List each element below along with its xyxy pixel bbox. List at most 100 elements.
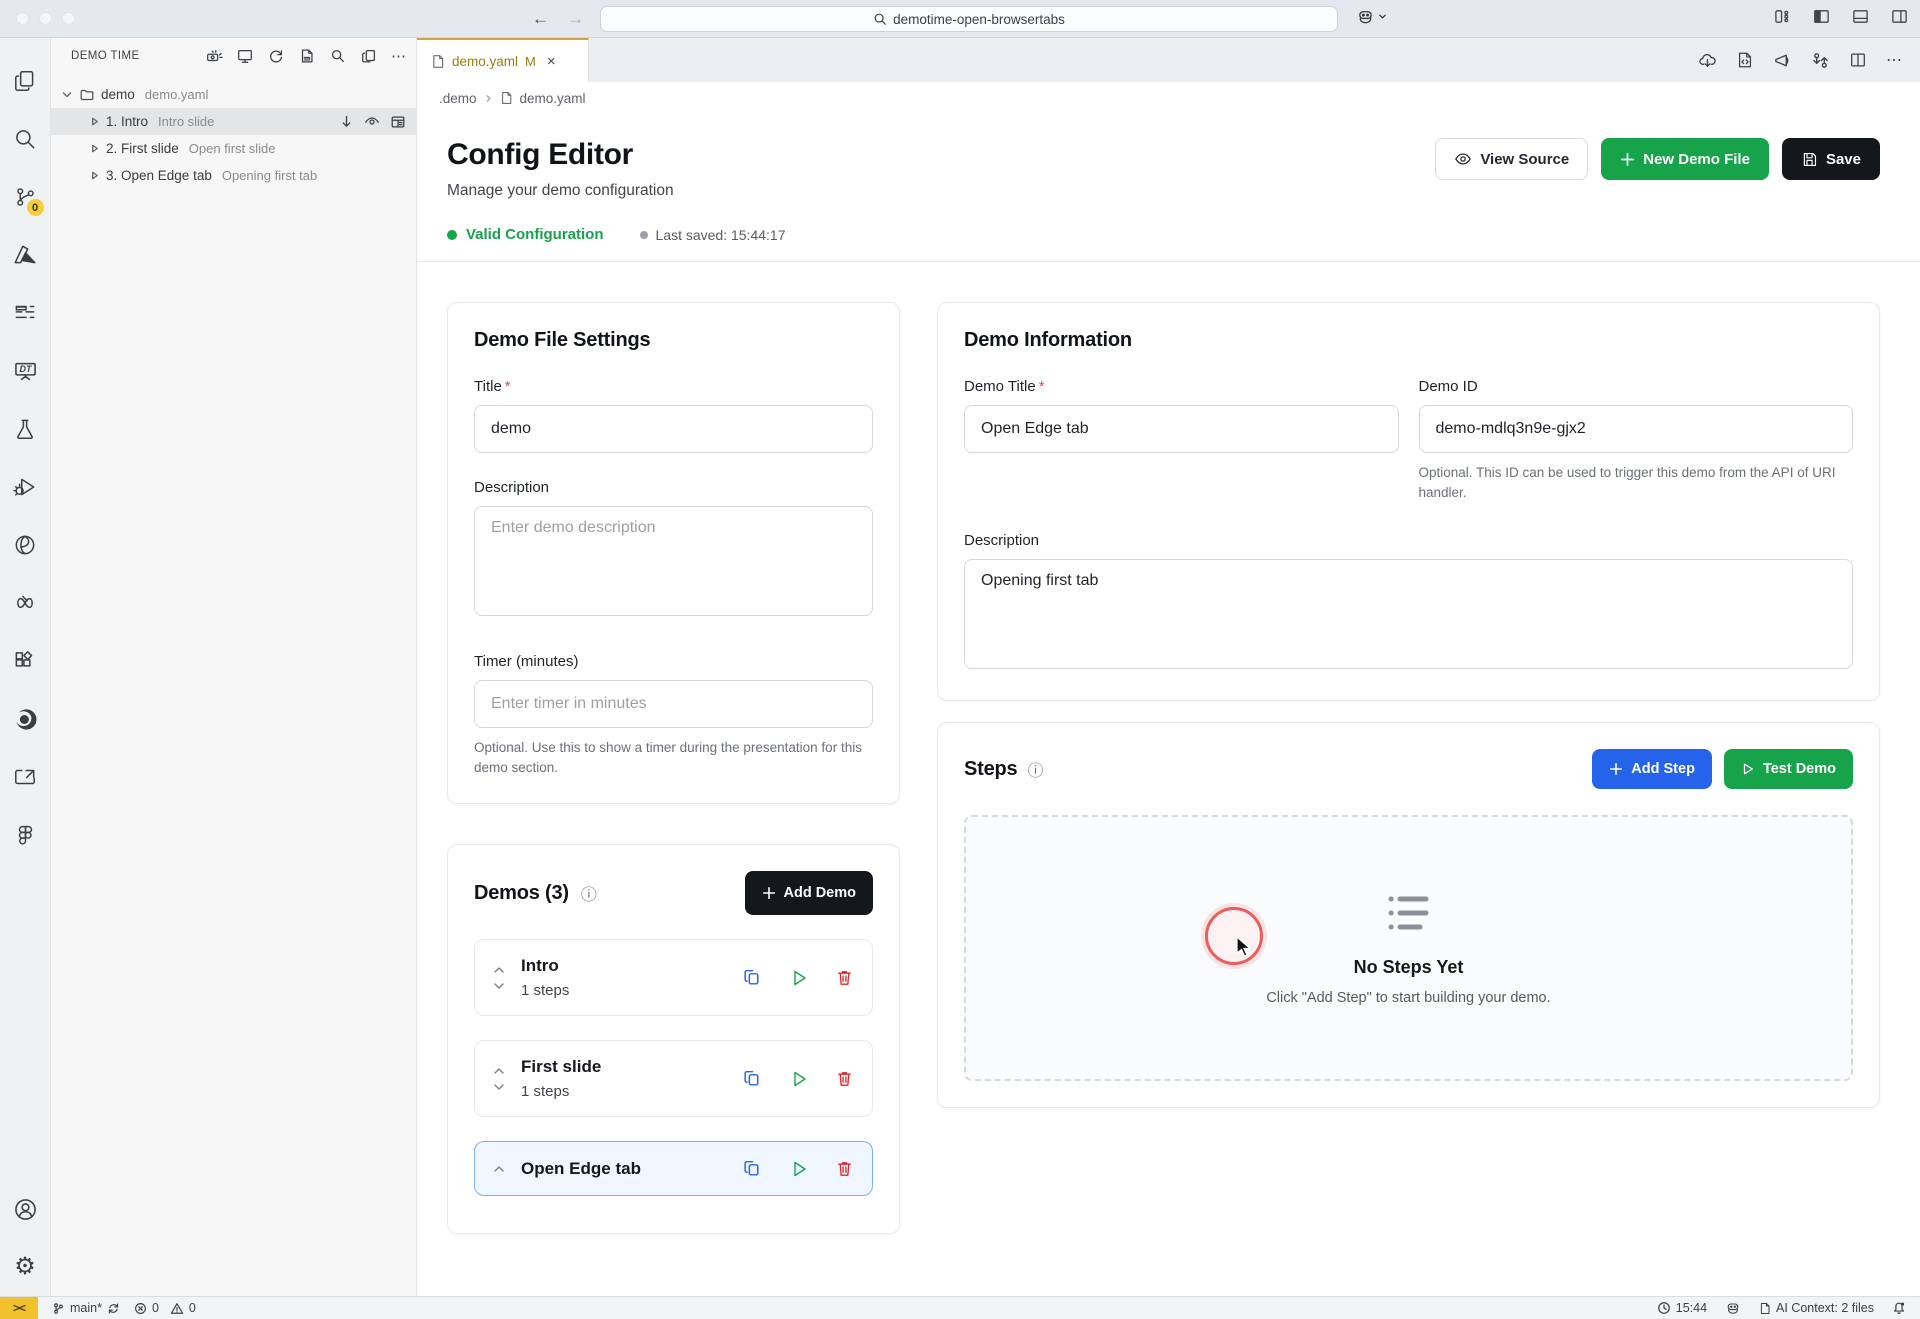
duplicate-demo-icon[interactable] (742, 1158, 763, 1179)
save-button[interactable]: Save (1782, 138, 1880, 180)
run-demo-icon[interactable] (789, 1159, 809, 1179)
explorer-icon[interactable] (0, 52, 51, 110)
testing-flask-icon[interactable] (0, 400, 51, 458)
source-control-icon[interactable]: 0 (0, 168, 51, 226)
dark-swirl-extension-icon[interactable] (0, 690, 51, 748)
extensions-icon[interactable] (0, 632, 51, 690)
demo-description-textarea[interactable]: Opening first tab (964, 559, 1853, 669)
move-down-icon[interactable] (493, 1083, 505, 1091)
presentation-screen-icon[interactable] (236, 47, 254, 65)
split-editor-icon[interactable] (1849, 51, 1867, 69)
tree-item-label: 3. Open Edge tab (106, 168, 212, 183)
delete-demo-icon[interactable] (835, 1069, 854, 1088)
add-step-button[interactable]: Add Step (1592, 749, 1712, 789)
steps-info-icon[interactable]: ⓘ (1027, 757, 1043, 781)
copilot-status-icon[interactable] (1725, 1300, 1741, 1316)
move-down-icon[interactable] (339, 114, 354, 129)
loop-extension-icon[interactable] (0, 574, 51, 632)
new-demo-file-button[interactable]: New Demo File (1601, 138, 1769, 180)
refresh-icon[interactable] (267, 47, 285, 65)
clock-icon (1657, 1301, 1671, 1315)
run-demo-icon[interactable] (789, 1069, 809, 1089)
run-demo-icon[interactable] (789, 968, 809, 988)
compare-changes-icon[interactable] (1811, 51, 1830, 70)
window-controls[interactable] (16, 12, 75, 25)
more-actions-icon[interactable]: ⋯ (391, 47, 406, 65)
history-back-icon[interactable]: ← (532, 9, 549, 29)
test-demo-button[interactable]: Test Demo (1724, 749, 1853, 789)
command-center-search[interactable]: demotime-open-browsertabs (600, 6, 1338, 32)
preview-eye-icon[interactable] (364, 114, 380, 130)
demo-item-first-slide[interactable]: First slide 1 steps (474, 1040, 873, 1117)
clock-status[interactable]: 15:44 (1657, 1301, 1707, 1315)
toggle-panel-icon[interactable] (1852, 8, 1869, 25)
close-window-button[interactable] (16, 12, 29, 25)
tree-item-open-edge-tab[interactable]: 3. Open Edge tab Opening first tab (51, 162, 416, 189)
search-demos-icon[interactable] (329, 47, 347, 65)
tree-item-first-slide[interactable]: 2. First slide Open first slide (51, 135, 416, 162)
move-up-icon[interactable] (493, 1165, 505, 1173)
close-tab-icon[interactable]: × (547, 53, 556, 70)
delete-demo-icon[interactable] (835, 968, 854, 987)
notifications-bell-icon[interactable] (1892, 1301, 1906, 1315)
history-forward-icon[interactable]: → (567, 9, 584, 29)
duplicate-demo-icon[interactable] (742, 967, 763, 988)
add-step-label: Add Step (1631, 761, 1695, 777)
azure-icon[interactable] (0, 226, 51, 284)
screencast-extension-icon[interactable] (0, 748, 51, 806)
move-up-icon[interactable] (493, 1067, 505, 1075)
editor-tab-bar: demo.yaml M × ⋯ (417, 38, 1920, 82)
title-input[interactable] (474, 405, 873, 453)
editor-more-actions-icon[interactable]: ⋯ (1886, 50, 1902, 70)
breadcrumb[interactable]: .demo demo.yaml (417, 82, 1920, 114)
branch-status[interactable]: main* (52, 1301, 120, 1315)
valid-configuration-status: Valid Configuration (447, 226, 604, 243)
tab-demo-yaml[interactable]: demo.yaml M × (417, 38, 589, 82)
copilot-menu[interactable] (1356, 7, 1387, 26)
open-editor-icon[interactable] (390, 114, 406, 130)
customize-layout-icon[interactable] (1774, 8, 1791, 25)
demo-item-open-edge-tab[interactable]: Open Edge tab (474, 1141, 873, 1196)
breadcrumb-folder[interactable]: .demo (439, 91, 477, 106)
zoom-window-button[interactable] (62, 12, 75, 25)
delete-demo-icon[interactable] (835, 1159, 854, 1178)
file-code-icon[interactable] (1736, 51, 1754, 69)
move-down-icon[interactable] (493, 982, 505, 990)
search-view-icon[interactable] (0, 110, 51, 168)
megaphone-icon[interactable] (1773, 51, 1792, 70)
tree-item-description: Intro slide (158, 114, 214, 129)
description-textarea[interactable] (474, 506, 873, 616)
duplicate-demo-icon[interactable] (742, 1068, 763, 1089)
ai-context-status[interactable]: AI Context: 2 files (1759, 1301, 1874, 1315)
view-source-button[interactable]: View Source (1435, 138, 1588, 180)
problems-status[interactable]: 0 0 (134, 1301, 196, 1315)
demos-info-icon[interactable]: ⓘ (581, 881, 597, 905)
sync-icon[interactable] (107, 1302, 120, 1315)
run-debug-icon[interactable] (0, 458, 51, 516)
demo-time-icon[interactable]: DT (0, 342, 51, 400)
accounts-icon[interactable] (0, 1180, 51, 1238)
export-pdf-icon[interactable]: PDF (298, 47, 316, 65)
demo-id-label: Demo ID (1419, 378, 1854, 395)
tree-item-intro[interactable]: 1. Intro Intro slide (51, 108, 416, 135)
demo-title-input[interactable] (964, 405, 1399, 453)
minimize-window-button[interactable] (39, 12, 52, 25)
start-presentation-icon[interactable] (205, 47, 223, 65)
cloud-download-icon[interactable] (1698, 51, 1717, 70)
toggle-primary-sidebar-icon[interactable] (1813, 8, 1830, 25)
list-settings-icon[interactable] (0, 284, 51, 342)
remote-indicator[interactable]: >< (0, 1297, 38, 1319)
timer-input[interactable] (474, 680, 873, 728)
timer-help-text: Optional. Use this to show a timer durin… (474, 738, 873, 777)
duplicate-icon[interactable] (360, 47, 378, 65)
settings-gear-icon[interactable]: ⚙ (0, 1238, 51, 1296)
tree-root-row[interactable]: demo demo.yaml (51, 81, 416, 108)
swirl-extension-icon[interactable] (0, 516, 51, 574)
add-demo-button[interactable]: Add Demo (745, 871, 874, 915)
figma-extension-icon[interactable] (0, 806, 51, 864)
demo-id-input[interactable] (1419, 405, 1854, 453)
demo-item-intro[interactable]: Intro 1 steps (474, 939, 873, 1016)
breadcrumb-file[interactable]: demo.yaml (520, 91, 586, 106)
move-up-icon[interactable] (493, 966, 505, 974)
toggle-secondary-sidebar-icon[interactable] (1891, 8, 1908, 25)
